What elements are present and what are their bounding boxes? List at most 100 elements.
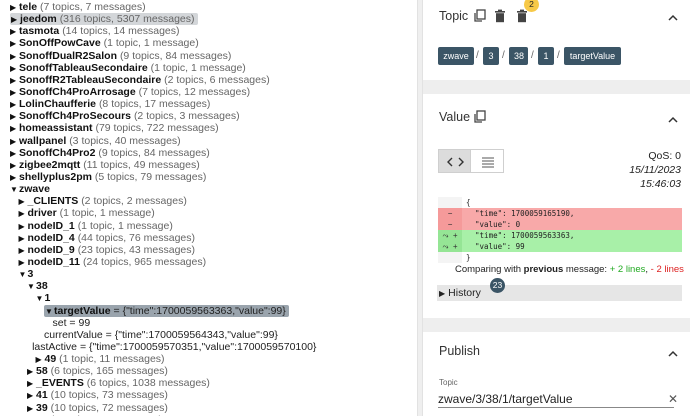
triangle-right-icon[interactable]: ▶ bbox=[10, 110, 19, 123]
tree-node[interactable]: lastActive = {"time":1700059570351,"valu… bbox=[32, 341, 316, 354]
tree-node-label: ▶ 49 (1 topic, 11 messages) bbox=[36, 353, 165, 365]
tree-node[interactable]: ▼targetValue = {"time":1700059563363,"va… bbox=[44, 304, 289, 318]
chevron-up-icon[interactable] bbox=[668, 10, 678, 21]
triangle-down-icon[interactable]: ▼ bbox=[45, 305, 54, 318]
topic-chip[interactable]: zwave bbox=[438, 47, 474, 65]
triangle-right-icon[interactable]: ▶ bbox=[19, 244, 28, 257]
tree-node-meta: (6 topics, 1038 messages) bbox=[86, 377, 210, 390]
tree-node-meta: (1 topic, 1 message) bbox=[59, 207, 155, 220]
tree-node[interactable]: ▶ nodeID_4 (44 topics, 76 messages) bbox=[19, 232, 196, 245]
tree-node[interactable]: ▶ 41 (10 topics, 73 messages) bbox=[27, 389, 168, 402]
triangle-right-icon[interactable]: ▶ bbox=[10, 98, 19, 111]
tree-node[interactable]: ▼3 bbox=[19, 268, 34, 281]
tree-node[interactable]: ▶ _CLIENTS (2 topics, 2 messages) bbox=[19, 195, 187, 208]
publish-topic-label: Topic bbox=[439, 378, 458, 387]
tree-node[interactable]: ▶ nodeID_11 (24 topics, 965 messages) bbox=[19, 256, 207, 269]
tree-node-meta: (79 topics, 722 messages) bbox=[95, 122, 219, 135]
topic-separator: / bbox=[476, 50, 479, 61]
tree-node[interactable]: ▶ SonoffCh4ProSecours (2 topics, 3 messag… bbox=[10, 110, 240, 123]
tree-node[interactable]: ▶ SonoffDualR2Salon (9 topics, 84 message… bbox=[10, 50, 231, 63]
triangle-right-icon[interactable]: ▶ bbox=[27, 377, 36, 390]
triangle-right-icon[interactable]: ▶ bbox=[27, 402, 36, 415]
tree-node[interactable]: ▶ zigbee2mqtt (11 topics, 49 messages) bbox=[10, 159, 200, 172]
tree-node[interactable]: ▶ tele (7 topics, 7 messages) bbox=[10, 1, 146, 14]
triangle-right-icon[interactable]: ▶ bbox=[19, 195, 28, 208]
tree-node[interactable]: ▶ 39 (10 topics, 72 messages) bbox=[27, 402, 168, 415]
tree-node-label: ▶ SonoffCh4ProArrosage (7 topics, 12 mess… bbox=[10, 86, 250, 98]
triangle-right-icon[interactable]: ▶ bbox=[10, 122, 19, 135]
diff-view-toggle[interactable] bbox=[438, 149, 471, 173]
triangle-right-icon[interactable]: ▶ bbox=[19, 220, 28, 233]
diff-gutter: ⤳ + bbox=[438, 230, 462, 241]
clear-icon[interactable]: ✕ bbox=[668, 392, 678, 406]
tree-node-value: lastActive = {"time":1700059570351,"valu… bbox=[32, 340, 317, 353]
tree-node-label: ▶ _CLIENTS (2 topics, 2 messages) bbox=[19, 195, 187, 207]
triangle-down-icon[interactable]: ▼ bbox=[36, 292, 45, 305]
triangle-right-icon[interactable]: ▶ bbox=[10, 159, 19, 172]
tree-node[interactable]: ▶ jeedom (316 topics, 5307 messages) bbox=[10, 13, 198, 26]
publish-topic-input[interactable] bbox=[438, 390, 674, 408]
tree-node-meta: (14 topics, 14 messages) bbox=[62, 25, 180, 38]
tree-node[interactable]: ▼1 bbox=[36, 292, 51, 305]
copy-icon[interactable] bbox=[473, 9, 487, 23]
tree-node[interactable]: set = 99 bbox=[53, 317, 91, 330]
triangle-down-icon[interactable]: ▼ bbox=[10, 183, 19, 196]
tree-node[interactable]: ▶ nodeID_1 (1 topic, 1 message) bbox=[19, 220, 173, 233]
triangle-right-icon[interactable]: ▶ bbox=[36, 353, 45, 366]
topic-chip[interactable]: targetValue bbox=[564, 47, 621, 65]
tree-node-meta: (3 topics, 40 messages) bbox=[69, 134, 181, 147]
delete-recursive-icon[interactable] bbox=[515, 9, 529, 23]
tree-node[interactable]: ▶ wallpanel (3 topics, 40 messages) bbox=[10, 135, 181, 148]
history-expander[interactable]: ▶ History bbox=[437, 285, 682, 301]
tree-node[interactable]: ▶ tasmota (14 topics, 14 messages) bbox=[10, 25, 180, 38]
triangle-right-icon[interactable]: ▶ bbox=[27, 389, 36, 402]
topic-tree[interactable]: ▶ tele (7 topics, 7 messages) ▶ jeedom (316… bbox=[0, 0, 417, 416]
triangle-right-icon[interactable]: ▶ bbox=[10, 50, 19, 63]
tree-node[interactable]: ▶ driver (1 topic, 1 message) bbox=[19, 207, 155, 220]
triangle-right-icon[interactable]: ▶ bbox=[10, 37, 19, 50]
triangle-right-icon[interactable]: ▶ bbox=[19, 232, 28, 245]
tree-node[interactable]: ▶ homeassistant (79 topics, 722 messages) bbox=[10, 122, 219, 135]
tree-node-meta: (1 topic, 1 message) bbox=[103, 37, 199, 50]
triangle-right-icon[interactable]: ▶ bbox=[10, 135, 19, 148]
triangle-right-icon[interactable]: ▶ bbox=[10, 74, 19, 87]
topic-chip[interactable]: 38 bbox=[509, 47, 528, 65]
triangle-down-icon[interactable]: ▼ bbox=[27, 280, 36, 293]
triangle-right-icon[interactable]: ▶ bbox=[10, 62, 19, 75]
chevron-up-icon[interactable] bbox=[668, 346, 678, 357]
triangle-right-icon[interactable]: ▶ bbox=[10, 25, 19, 38]
tree-node[interactable]: ▶ SonoffCh4ProArrosage (7 topics, 12 mess… bbox=[10, 86, 250, 99]
tree-node[interactable]: ▶ 58 (6 topics, 165 messages) bbox=[27, 365, 168, 378]
tree-node[interactable]: ▶ shellyplus2pm (5 topics, 79 messages) bbox=[10, 171, 206, 184]
triangle-right-icon[interactable]: ▶ bbox=[11, 13, 20, 26]
delete-icon[interactable] bbox=[493, 9, 507, 23]
tree-node[interactable]: ▶ LolinChaufferie (8 topics, 17 messages) bbox=[10, 98, 210, 111]
diff-view: {− "time": 1700059165190, − "value": 0 ⤳ +… bbox=[438, 197, 682, 263]
tree-node[interactable]: ▶ SonoffTableauSecondaire (1 topic, 1 mes… bbox=[10, 62, 246, 75]
tree-node[interactable]: ▼38 bbox=[27, 280, 48, 293]
tree-node-name: SonoffCh4ProArrosage bbox=[19, 85, 136, 98]
tree-node[interactable]: ▶ _EVENTS (6 topics, 1038 messages) bbox=[27, 377, 210, 390]
triangle-down-icon[interactable]: ▼ bbox=[19, 268, 28, 281]
triangle-right-icon[interactable]: ▶ bbox=[10, 147, 19, 160]
triangle-right-icon[interactable]: ▶ bbox=[19, 256, 28, 269]
chevron-up-icon[interactable] bbox=[668, 112, 678, 123]
topic-chip[interactable]: 3 bbox=[483, 47, 499, 65]
tree-node[interactable]: currentValue = {"time":1700059564343,"va… bbox=[44, 329, 278, 342]
tree-node[interactable]: ▶ 49 (1 topic, 11 messages) bbox=[36, 353, 165, 366]
tree-node[interactable]: ▶ SonOffPowCave (1 topic, 1 message) bbox=[10, 37, 199, 50]
copy-value-icon[interactable] bbox=[473, 110, 487, 124]
topic-chip[interactable]: 1 bbox=[538, 47, 554, 65]
tree-node[interactable]: ▶ nodeID_9 (23 topics, 43 messages) bbox=[19, 244, 196, 257]
tree-node[interactable]: ▶ SonoffCh4Pro2 (9 topics, 84 messages) bbox=[10, 147, 210, 160]
triangle-right-icon[interactable]: ▶ bbox=[10, 1, 19, 14]
triangle-right-icon[interactable]: ▶ bbox=[10, 86, 19, 99]
triangle-right-icon[interactable]: ▶ bbox=[19, 207, 28, 220]
diff-gutter: − bbox=[438, 208, 462, 219]
tree-node[interactable]: ▶ SonoffR2TableauSecondaire (2 topics, 6 … bbox=[10, 74, 270, 87]
tree-node-label: ▶ homeassistant (79 topics, 722 messages) bbox=[10, 122, 219, 134]
raw-view-toggle[interactable] bbox=[470, 149, 504, 173]
tree-node[interactable]: ▼zwave bbox=[10, 183, 50, 196]
triangle-right-icon[interactable]: ▶ bbox=[27, 365, 36, 378]
triangle-right-icon[interactable]: ▶ bbox=[10, 171, 19, 184]
